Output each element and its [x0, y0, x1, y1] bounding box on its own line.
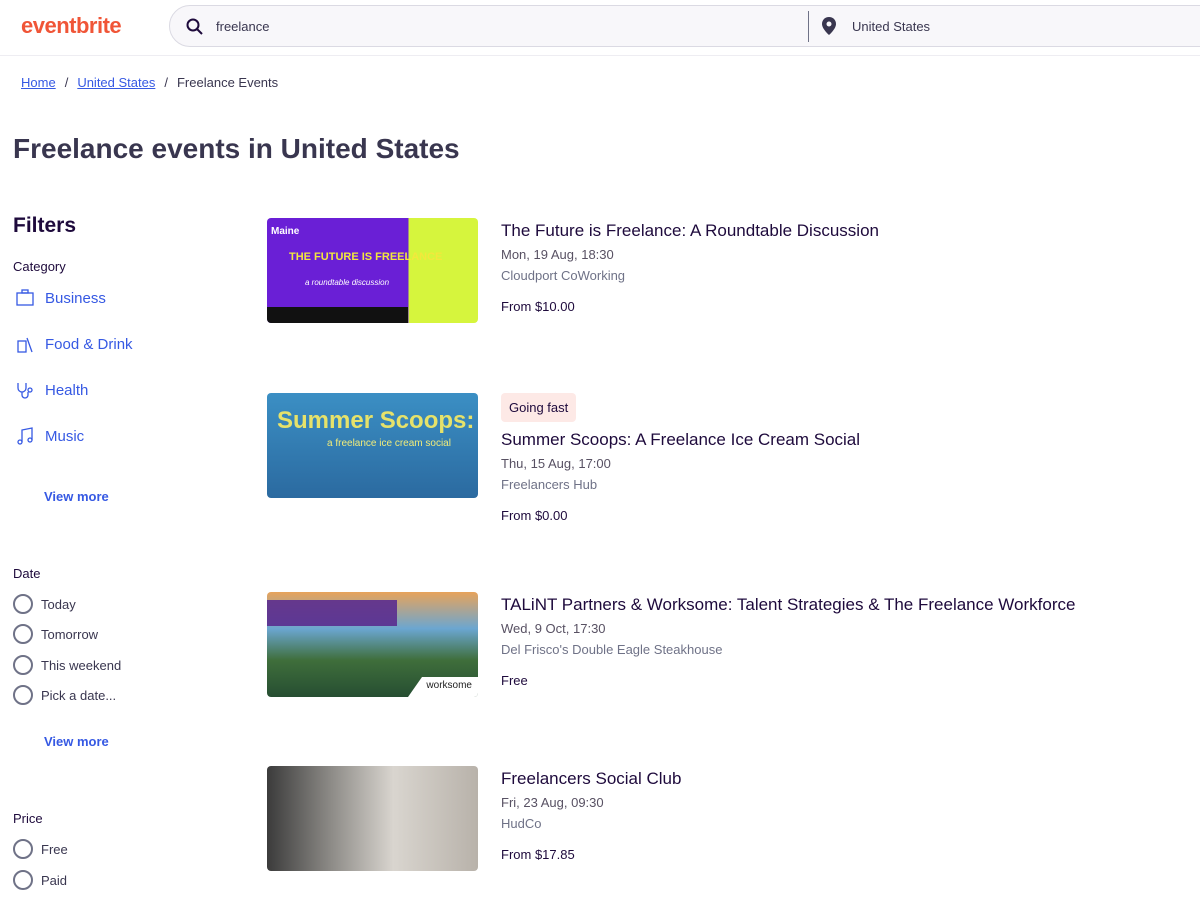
event-price: From $17.85: [501, 847, 575, 862]
date-view-more[interactable]: View more: [44, 734, 109, 749]
price-label: Price: [13, 811, 43, 826]
breadcrumb-current: Freelance Events: [176, 75, 279, 90]
stethoscope-icon: [17, 383, 33, 399]
going-fast-badge: Going fast: [501, 393, 577, 422]
option-label: Tomorrow: [41, 626, 99, 642]
price-option-paid[interactable]: Paid: [13, 870, 67, 890]
location-pin-icon: [822, 17, 836, 35]
search-divider: [808, 11, 809, 42]
event-price: Free: [501, 673, 528, 688]
event-image[interactable]: Summer Scoops: a freelance ice cream soc…: [267, 393, 478, 498]
event-title[interactable]: Summer Scoops: A Freelance Ice Cream Soc…: [501, 430, 860, 450]
event-image[interactable]: Maine THE FUTURE IS FREELANCE a roundtab…: [267, 218, 478, 323]
page-title: Freelance events in United States: [13, 133, 460, 164]
option-label: Paid: [41, 872, 68, 888]
category-label-text: Health: [45, 381, 89, 399]
image-headline: Summer Scoops:: [277, 407, 475, 434]
image-headline: THE FUTURE IS FREELANCE: [289, 251, 443, 263]
category-music[interactable]: Music: [15, 427, 84, 445]
image-brand-text: Maine: [271, 226, 300, 237]
radio-icon[interactable]: [13, 624, 33, 644]
image-subtext: a freelance ice cream social: [327, 438, 451, 449]
date-option-pick-date[interactable]: Pick a date...: [13, 685, 116, 705]
price-option-free[interactable]: Free: [13, 839, 68, 859]
category-label-text: Food & Drink: [45, 335, 133, 353]
breadcrumb-united-states[interactable]: United States: [77, 75, 155, 90]
breadcrumb-home[interactable]: Home: [21, 75, 56, 90]
breadcrumb: Home / United States / Freelance Events: [21, 75, 279, 90]
image-subtext: a roundtable discussion: [305, 278, 390, 287]
event-title[interactable]: Freelancers Social Club: [501, 769, 681, 789]
image-brand-text: worksome: [426, 680, 472, 691]
category-label-text: Music: [45, 427, 85, 445]
top-header: eventbrite freelance United States: [0, 0, 1200, 56]
event-venue: HudCo: [501, 816, 542, 831]
radio-icon[interactable]: [13, 839, 33, 859]
event-title[interactable]: The Future is Freelance: A Roundtable Di…: [501, 221, 879, 241]
event-venue: Del Frisco's Double Eagle Steakhouse: [501, 642, 723, 657]
event-venue: Freelancers Hub: [501, 477, 598, 492]
event-date: Thu, 15 Aug, 17:00: [501, 456, 611, 471]
option-label: Pick a date...: [41, 687, 117, 703]
date-label: Date: [13, 566, 41, 581]
music-note-icon: [17, 427, 33, 445]
image-banner: [267, 600, 397, 626]
radio-icon[interactable]: [13, 685, 33, 705]
event-price: From $10.00: [501, 299, 575, 314]
location-input[interactable]: United States: [852, 19, 930, 34]
image-footer-bar: [267, 307, 408, 323]
radio-icon[interactable]: [13, 655, 33, 675]
search-bar[interactable]: freelance United States: [169, 5, 1200, 47]
event-venue: Cloudport CoWorking: [501, 268, 626, 283]
category-food-drink[interactable]: Food & Drink: [15, 335, 133, 353]
food-drink-icon: [17, 337, 33, 353]
search-icon: [186, 18, 203, 35]
event-image[interactable]: [267, 766, 478, 871]
option-label: Today: [41, 596, 76, 612]
date-option-this-weekend[interactable]: This weekend: [13, 655, 121, 675]
event-title[interactable]: TALiNT Partners & Worksome: Talent Strat…: [501, 595, 1075, 615]
date-option-tomorrow[interactable]: Tomorrow: [13, 624, 98, 644]
option-label: This weekend: [41, 657, 122, 673]
category-label: Category: [13, 259, 66, 274]
option-label: Free: [41, 841, 68, 857]
category-health[interactable]: Health: [15, 381, 88, 399]
event-image[interactable]: worksome: [267, 592, 478, 697]
event-date: Mon, 19 Aug, 18:30: [501, 247, 614, 262]
event-date: Wed, 9 Oct, 17:30: [501, 621, 606, 636]
eventbrite-logo[interactable]: eventbrite: [21, 13, 122, 39]
event-price: From $0.00: [501, 508, 568, 523]
radio-icon[interactable]: [13, 594, 33, 614]
search-input[interactable]: freelance: [216, 19, 269, 34]
event-date: Fri, 23 Aug, 09:30: [501, 795, 604, 810]
category-business[interactable]: Business: [15, 289, 106, 307]
radio-icon[interactable]: [13, 870, 33, 890]
category-view-more[interactable]: View more: [44, 489, 109, 504]
filters-heading: Filters: [13, 214, 77, 237]
category-label-text: Business: [45, 289, 106, 307]
image-brand-corner: worksome: [408, 677, 478, 697]
briefcase-icon: [16, 289, 34, 306]
date-option-today[interactable]: Today: [13, 594, 76, 614]
